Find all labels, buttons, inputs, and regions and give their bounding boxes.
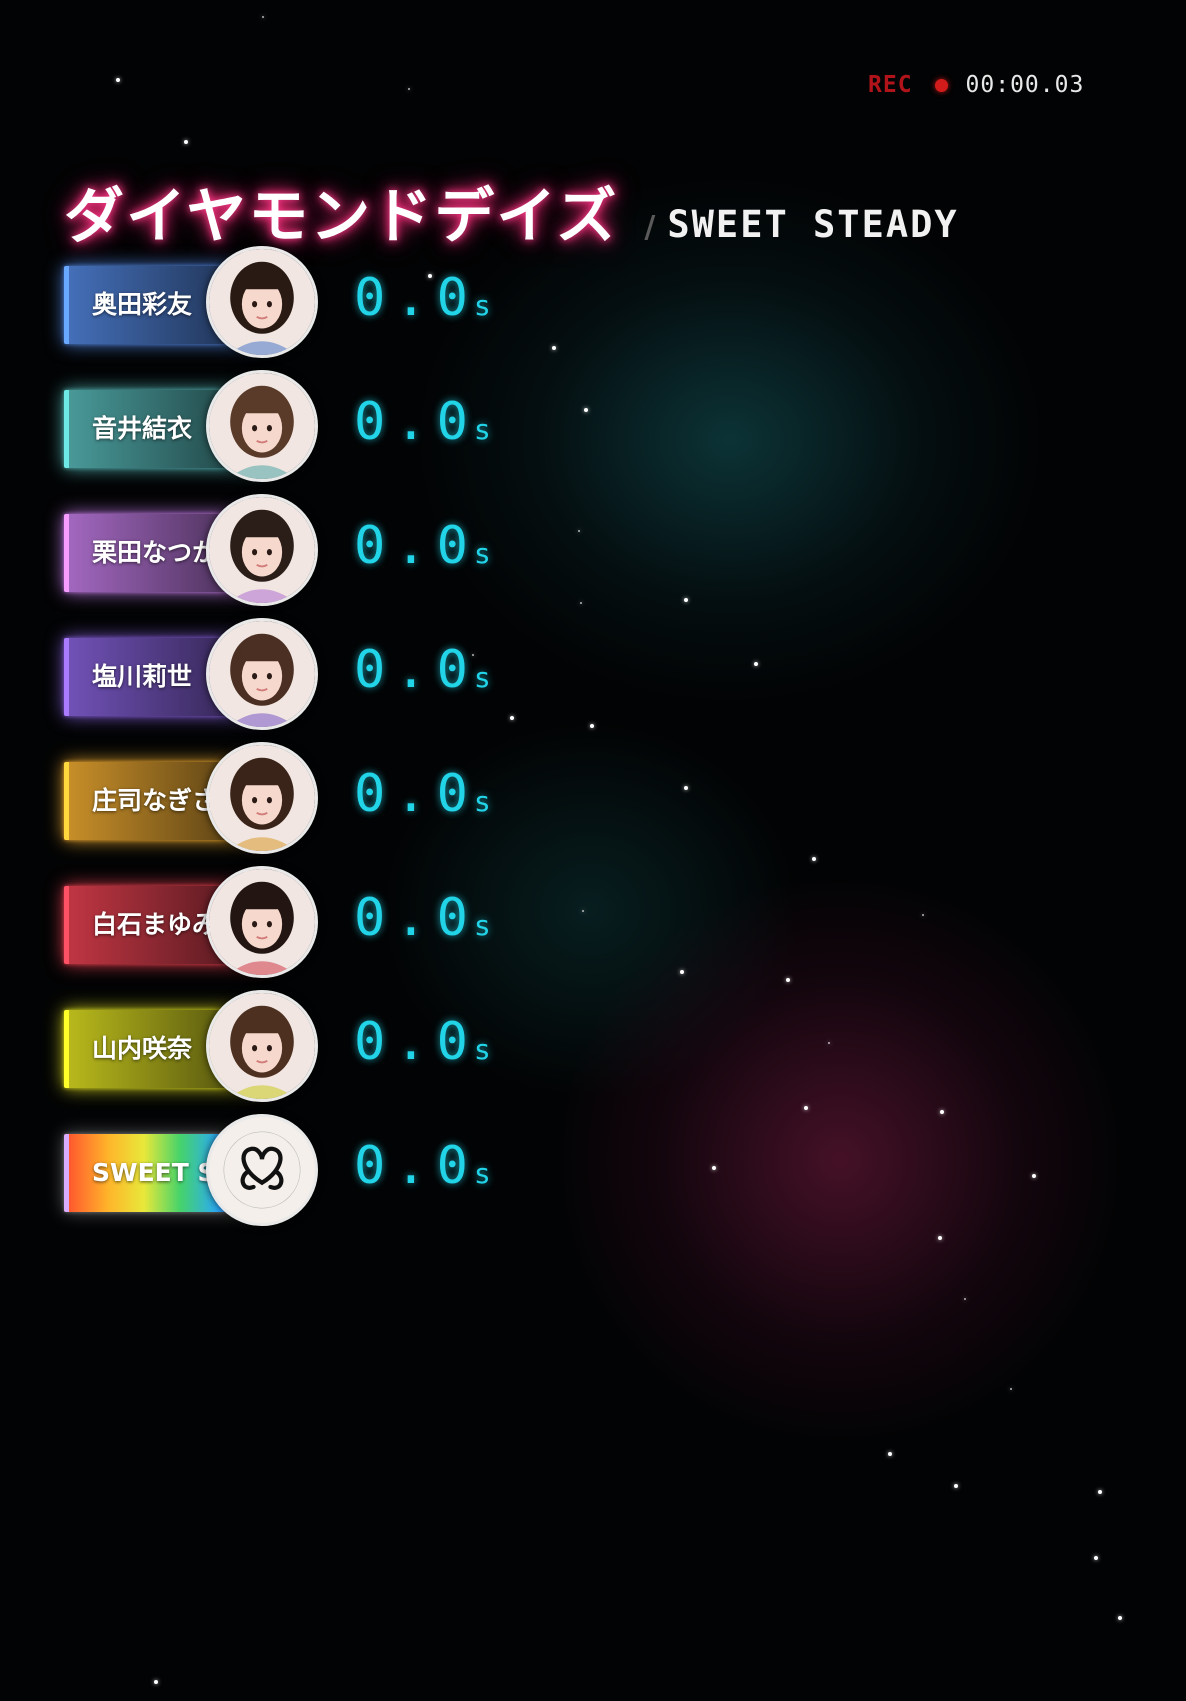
elapsed-time: 0.0s <box>354 1012 491 1072</box>
time-unit: s <box>473 289 491 322</box>
time-unit: s <box>473 909 491 942</box>
time-value: 0.0 <box>354 764 478 824</box>
star-particle <box>584 408 588 412</box>
background-glow-teal <box>420 180 1040 700</box>
member-name: 庄司なぎさ <box>92 786 218 815</box>
star-particle <box>786 978 790 982</box>
time-value: 0.0 <box>354 392 478 452</box>
member-avatar <box>206 246 318 358</box>
member-name: 奥田彩友 <box>92 290 193 319</box>
star-particle <box>590 724 594 728</box>
star-particle <box>582 910 584 912</box>
color-accent-edge <box>64 266 69 344</box>
time-unit: s <box>473 1033 491 1066</box>
member-avatar <box>206 618 318 730</box>
time-unit: s <box>473 537 491 570</box>
color-accent-edge <box>64 514 69 592</box>
star-particle <box>510 716 514 720</box>
elapsed-time: 0.0s <box>354 764 491 824</box>
recording-indicator: REC 00:00.03 <box>868 72 1084 98</box>
elapsed-time: 0.0s <box>354 888 491 948</box>
group-logo-icon <box>206 1114 318 1226</box>
time-unit: s <box>473 785 491 818</box>
artist-name: SWEET STEADY <box>667 203 959 246</box>
time-value: 0.0 <box>354 1012 478 1072</box>
color-accent-edge <box>64 886 69 964</box>
star-particle <box>680 970 684 974</box>
member-row: 庄司なぎさ 0.0s <box>64 738 504 858</box>
member-row: 栗田なつか 0.0s <box>64 490 504 610</box>
star-particle <box>116 78 120 82</box>
member-row: 奥田彩友 0.0s <box>64 242 504 362</box>
time-unit: s <box>473 661 491 694</box>
star-particle <box>1010 1388 1012 1390</box>
time-unit: s <box>473 1157 491 1190</box>
star-particle <box>812 857 816 861</box>
background-glow-magenta <box>560 880 1120 1440</box>
rec-timer: 00:00.03 <box>965 72 1085 98</box>
star-particle <box>552 346 556 350</box>
color-accent-edge <box>64 1134 69 1212</box>
star-particle <box>184 140 188 144</box>
star-particle <box>938 1236 942 1240</box>
star-particle <box>1032 1174 1036 1178</box>
member-name: 塩川莉世 <box>92 662 193 691</box>
elapsed-time: 0.0s <box>354 1136 491 1196</box>
star-particle <box>262 16 264 18</box>
time-value: 0.0 <box>354 268 478 328</box>
member-name: 栗田なつか <box>92 538 218 567</box>
member-row: 山内咲奈 0.0s <box>64 986 504 1106</box>
star-particle <box>954 1484 958 1488</box>
star-particle <box>1098 1490 1102 1494</box>
rec-label: REC <box>868 72 913 98</box>
star-particle <box>580 602 582 604</box>
member-row: 塩川莉世 0.0s <box>64 614 504 734</box>
star-particle <box>712 1166 716 1170</box>
time-unit: s <box>473 413 491 446</box>
member-name: 音井結衣 <box>92 414 193 443</box>
member-name: 山内咲奈 <box>92 1034 193 1063</box>
star-particle <box>804 1106 808 1110</box>
star-particle <box>1094 1556 1098 1560</box>
member-name: 白石まゆみ <box>92 910 218 939</box>
star-particle <box>964 1298 966 1300</box>
star-particle <box>154 1680 158 1684</box>
elapsed-time: 0.0s <box>354 640 491 700</box>
member-avatar <box>206 990 318 1102</box>
member-avatar <box>206 742 318 854</box>
member-avatar <box>206 494 318 606</box>
color-accent-edge <box>64 762 69 840</box>
elapsed-time: 0.0s <box>354 392 491 452</box>
star-particle <box>888 1452 892 1456</box>
color-accent-edge <box>64 1010 69 1088</box>
member-avatar <box>206 866 318 978</box>
title-separator: / <box>644 210 656 245</box>
star-particle <box>922 914 924 916</box>
star-particle <box>684 598 688 602</box>
member-row: SWEET STEADY0.0s <box>64 1110 504 1230</box>
color-accent-edge <box>64 390 69 468</box>
time-value: 0.0 <box>354 1136 478 1196</box>
member-avatar <box>206 370 318 482</box>
elapsed-time: 0.0s <box>354 268 491 328</box>
star-particle <box>828 1042 830 1044</box>
star-particle <box>754 662 758 666</box>
star-particle <box>578 530 580 532</box>
star-particle <box>1118 1616 1122 1620</box>
elapsed-time: 0.0s <box>354 516 491 576</box>
star-particle <box>940 1110 944 1114</box>
member-row: 音井結衣 0.0s <box>64 366 504 486</box>
color-accent-edge <box>64 638 69 716</box>
video-frame: REC 00:00.03 ダイヤモンドデイズ / SWEET STEADY 奥田… <box>0 0 1186 1701</box>
star-particle <box>684 786 688 790</box>
record-dot-icon <box>934 78 948 92</box>
time-value: 0.0 <box>354 516 478 576</box>
time-value: 0.0 <box>354 640 478 700</box>
star-particle <box>408 88 410 90</box>
time-value: 0.0 <box>354 888 478 948</box>
member-row: 白石まゆみ 0.0s <box>64 862 504 982</box>
